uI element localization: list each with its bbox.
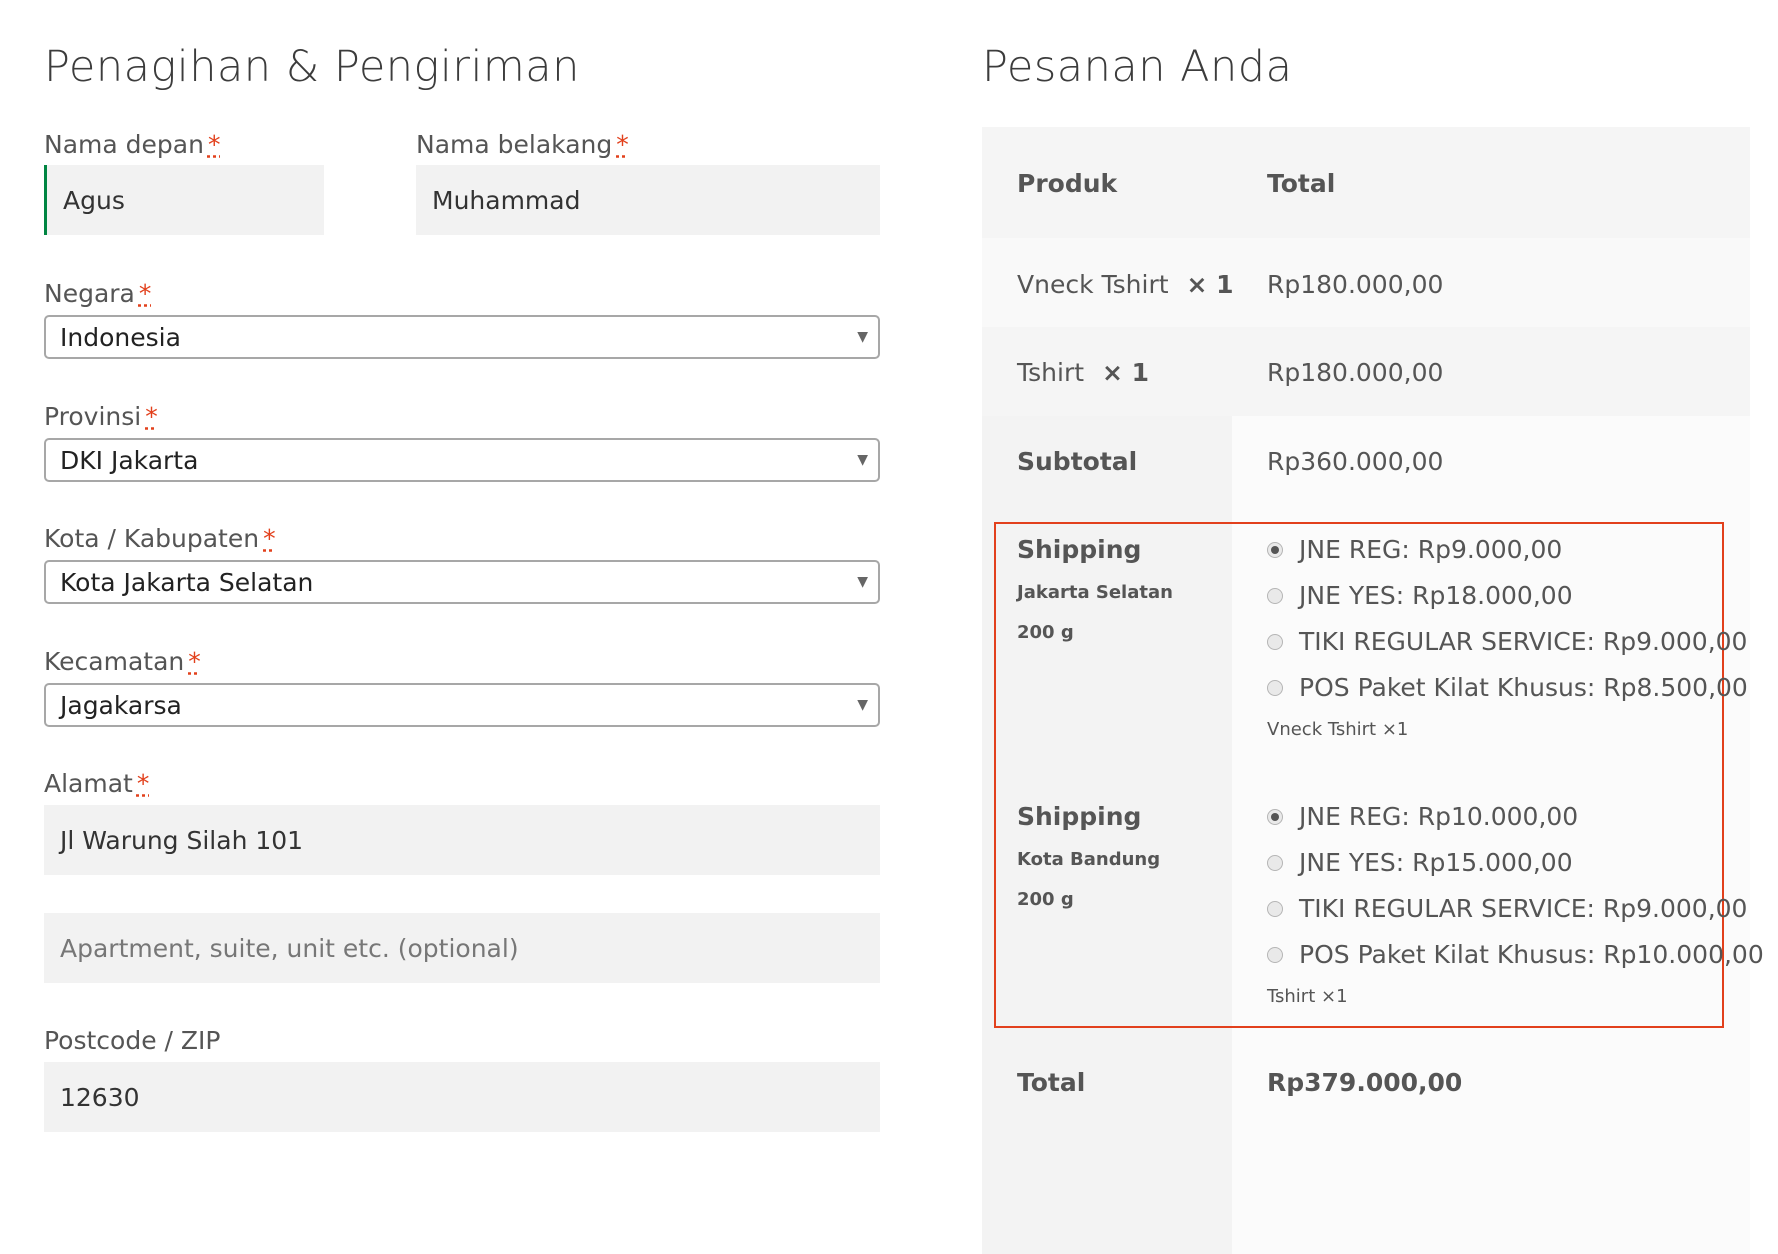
shipping-option[interactable]: JNE REG: Rp10.000,00: [1267, 802, 1578, 831]
shipping-option[interactable]: TIKI REGULAR SERVICE: Rp9.000,00: [1267, 627, 1747, 656]
item-name: Tshirt: [1017, 358, 1085, 387]
shipping-option[interactable]: POS Paket Kilat Khusus: Rp8.500,00: [1267, 673, 1748, 702]
district-value: Jagakarsa: [60, 690, 182, 720]
city-select[interactable]: Kota Jakarta Selatan ▼: [44, 560, 880, 604]
radio-button[interactable]: [1267, 808, 1283, 825]
radio-button[interactable]: [1267, 679, 1283, 696]
address-line2-placeholder: Apartment, suite, unit etc. (optional): [60, 933, 519, 963]
chevron-down-icon: ▼: [857, 574, 868, 590]
district-label-text: Kecamatan: [44, 647, 185, 676]
required-mark: *: [616, 130, 629, 159]
radio-button[interactable]: [1267, 854, 1283, 871]
address-field[interactable]: Jl Warung Silah 101: [44, 805, 880, 875]
postcode-label-text: Postcode / ZIP: [44, 1026, 221, 1055]
shipping-option[interactable]: JNE REG: Rp9.000,00: [1267, 535, 1562, 564]
subtotal-value: Rp360.000,00: [1267, 447, 1444, 476]
address-label: Alamat *: [44, 769, 149, 798]
district-select[interactable]: Jagakarsa ▼: [44, 683, 880, 727]
shipping-option[interactable]: JNE YES: Rp15.000,00: [1267, 848, 1573, 877]
shipping-label: Shipping: [1017, 802, 1142, 831]
order-title: Pesanan Anda: [982, 42, 1293, 92]
postcode-value: 12630: [60, 1082, 140, 1112]
address-value: Jl Warung Silah 101: [60, 825, 304, 855]
chevron-down-icon: ▼: [857, 697, 868, 713]
first-name-value: Agus: [63, 185, 125, 215]
last-name-label: Nama belakang *: [416, 130, 629, 159]
shipping-option-label: JNE REG: Rp9.000,00: [1299, 535, 1563, 564]
shipping-option-label: JNE REG: Rp10.000,00: [1299, 802, 1579, 831]
required-mark: *: [136, 769, 150, 798]
shipping-option[interactable]: JNE YES: Rp18.000,00: [1267, 581, 1573, 610]
billing-title: Penagihan & Pengiriman: [44, 42, 580, 92]
column-header-product: Produk: [1017, 169, 1118, 198]
country-select[interactable]: Indonesia ▼: [44, 315, 880, 359]
shipping-destination: Kota Bandung: [1017, 849, 1161, 870]
country-label-text: Negara: [44, 279, 135, 308]
shipping-option[interactable]: POS Paket Kilat Khusus: Rp10.000,00: [1267, 940, 1764, 969]
city-value: Kota Jakarta Selatan: [60, 567, 314, 597]
first-name-field[interactable]: Agus: [44, 165, 324, 235]
chevron-down-icon: ▼: [857, 329, 868, 345]
shipping-option-label: JNE YES: Rp15.000,00: [1299, 848, 1573, 877]
subtotal-label: Subtotal: [1017, 447, 1138, 476]
total-value: Rp379.000,00: [1267, 1068, 1463, 1097]
province-select[interactable]: DKI Jakarta ▼: [44, 438, 880, 482]
table-row: Tshirt × 1: [1017, 358, 1149, 387]
shipping-destination: Jakarta Selatan: [1017, 582, 1173, 603]
first-name-label-text: Nama depan: [44, 130, 204, 159]
required-mark: *: [145, 402, 158, 431]
required-mark: *: [207, 130, 221, 159]
city-label-text: Kota / Kabupaten: [44, 524, 260, 553]
shipping-items-note: Vneck Tshirt ×1: [1267, 719, 1409, 740]
first-name-label: Nama depan *: [44, 130, 220, 159]
address-label-text: Alamat: [44, 769, 133, 798]
radio-button[interactable]: [1267, 900, 1283, 917]
last-name-value: Muhammad: [432, 185, 581, 215]
address-line2-field[interactable]: Apartment, suite, unit etc. (optional): [44, 913, 880, 983]
shipping-label: Shipping: [1017, 535, 1142, 564]
shipping-option-label: POS Paket Kilat Khusus: Rp8.500,00: [1299, 673, 1748, 702]
shipping-option-label: TIKI REGULAR SERVICE: Rp9.000,00: [1299, 627, 1748, 656]
required-mark: *: [138, 279, 152, 308]
shipping-option-label: TIKI REGULAR SERVICE: Rp9.000,00: [1299, 894, 1748, 923]
item-name: Vneck Tshirt: [1017, 270, 1169, 299]
chevron-down-icon: ▼: [857, 452, 868, 468]
radio-button[interactable]: [1267, 541, 1283, 558]
last-name-field[interactable]: Muhammad: [416, 165, 880, 235]
last-name-label-text: Nama belakang: [416, 130, 613, 159]
shipping-weight: 200 g: [1017, 889, 1074, 910]
shipping-items-note: Tshirt ×1: [1267, 986, 1348, 1007]
shipping-option-label: JNE YES: Rp18.000,00: [1299, 581, 1573, 610]
district-label: Kecamatan *: [44, 647, 201, 676]
column-header-total: Total: [1267, 169, 1336, 198]
shipping-option-label: POS Paket Kilat Khusus: Rp10.000,00: [1299, 940, 1764, 969]
country-label: Negara *: [44, 279, 151, 308]
postcode-field[interactable]: 12630: [44, 1062, 880, 1132]
item-total: Rp180.000,00: [1267, 358, 1444, 387]
total-label: Total: [1017, 1068, 1086, 1097]
country-value: Indonesia: [60, 322, 181, 352]
radio-button[interactable]: [1267, 946, 1283, 963]
shipping-weight: 200 g: [1017, 622, 1074, 643]
item-total: Rp180.000,00: [1267, 270, 1444, 299]
province-label-text: Provinsi: [44, 402, 142, 431]
province-value: DKI Jakarta: [60, 445, 199, 475]
required-mark: *: [188, 647, 201, 676]
required-mark: *: [263, 524, 276, 553]
table-row: Vneck Tshirt × 1: [1017, 270, 1234, 299]
item-qty: × 1: [1186, 270, 1234, 299]
item-qty: × 1: [1101, 358, 1150, 387]
shipping-option[interactable]: TIKI REGULAR SERVICE: Rp9.000,00: [1267, 894, 1747, 923]
postcode-label: Postcode / ZIP: [44, 1026, 221, 1055]
province-label: Provinsi *: [44, 402, 158, 431]
city-label: Kota / Kabupaten *: [44, 524, 276, 553]
radio-button[interactable]: [1267, 633, 1283, 650]
radio-button[interactable]: [1267, 587, 1283, 604]
